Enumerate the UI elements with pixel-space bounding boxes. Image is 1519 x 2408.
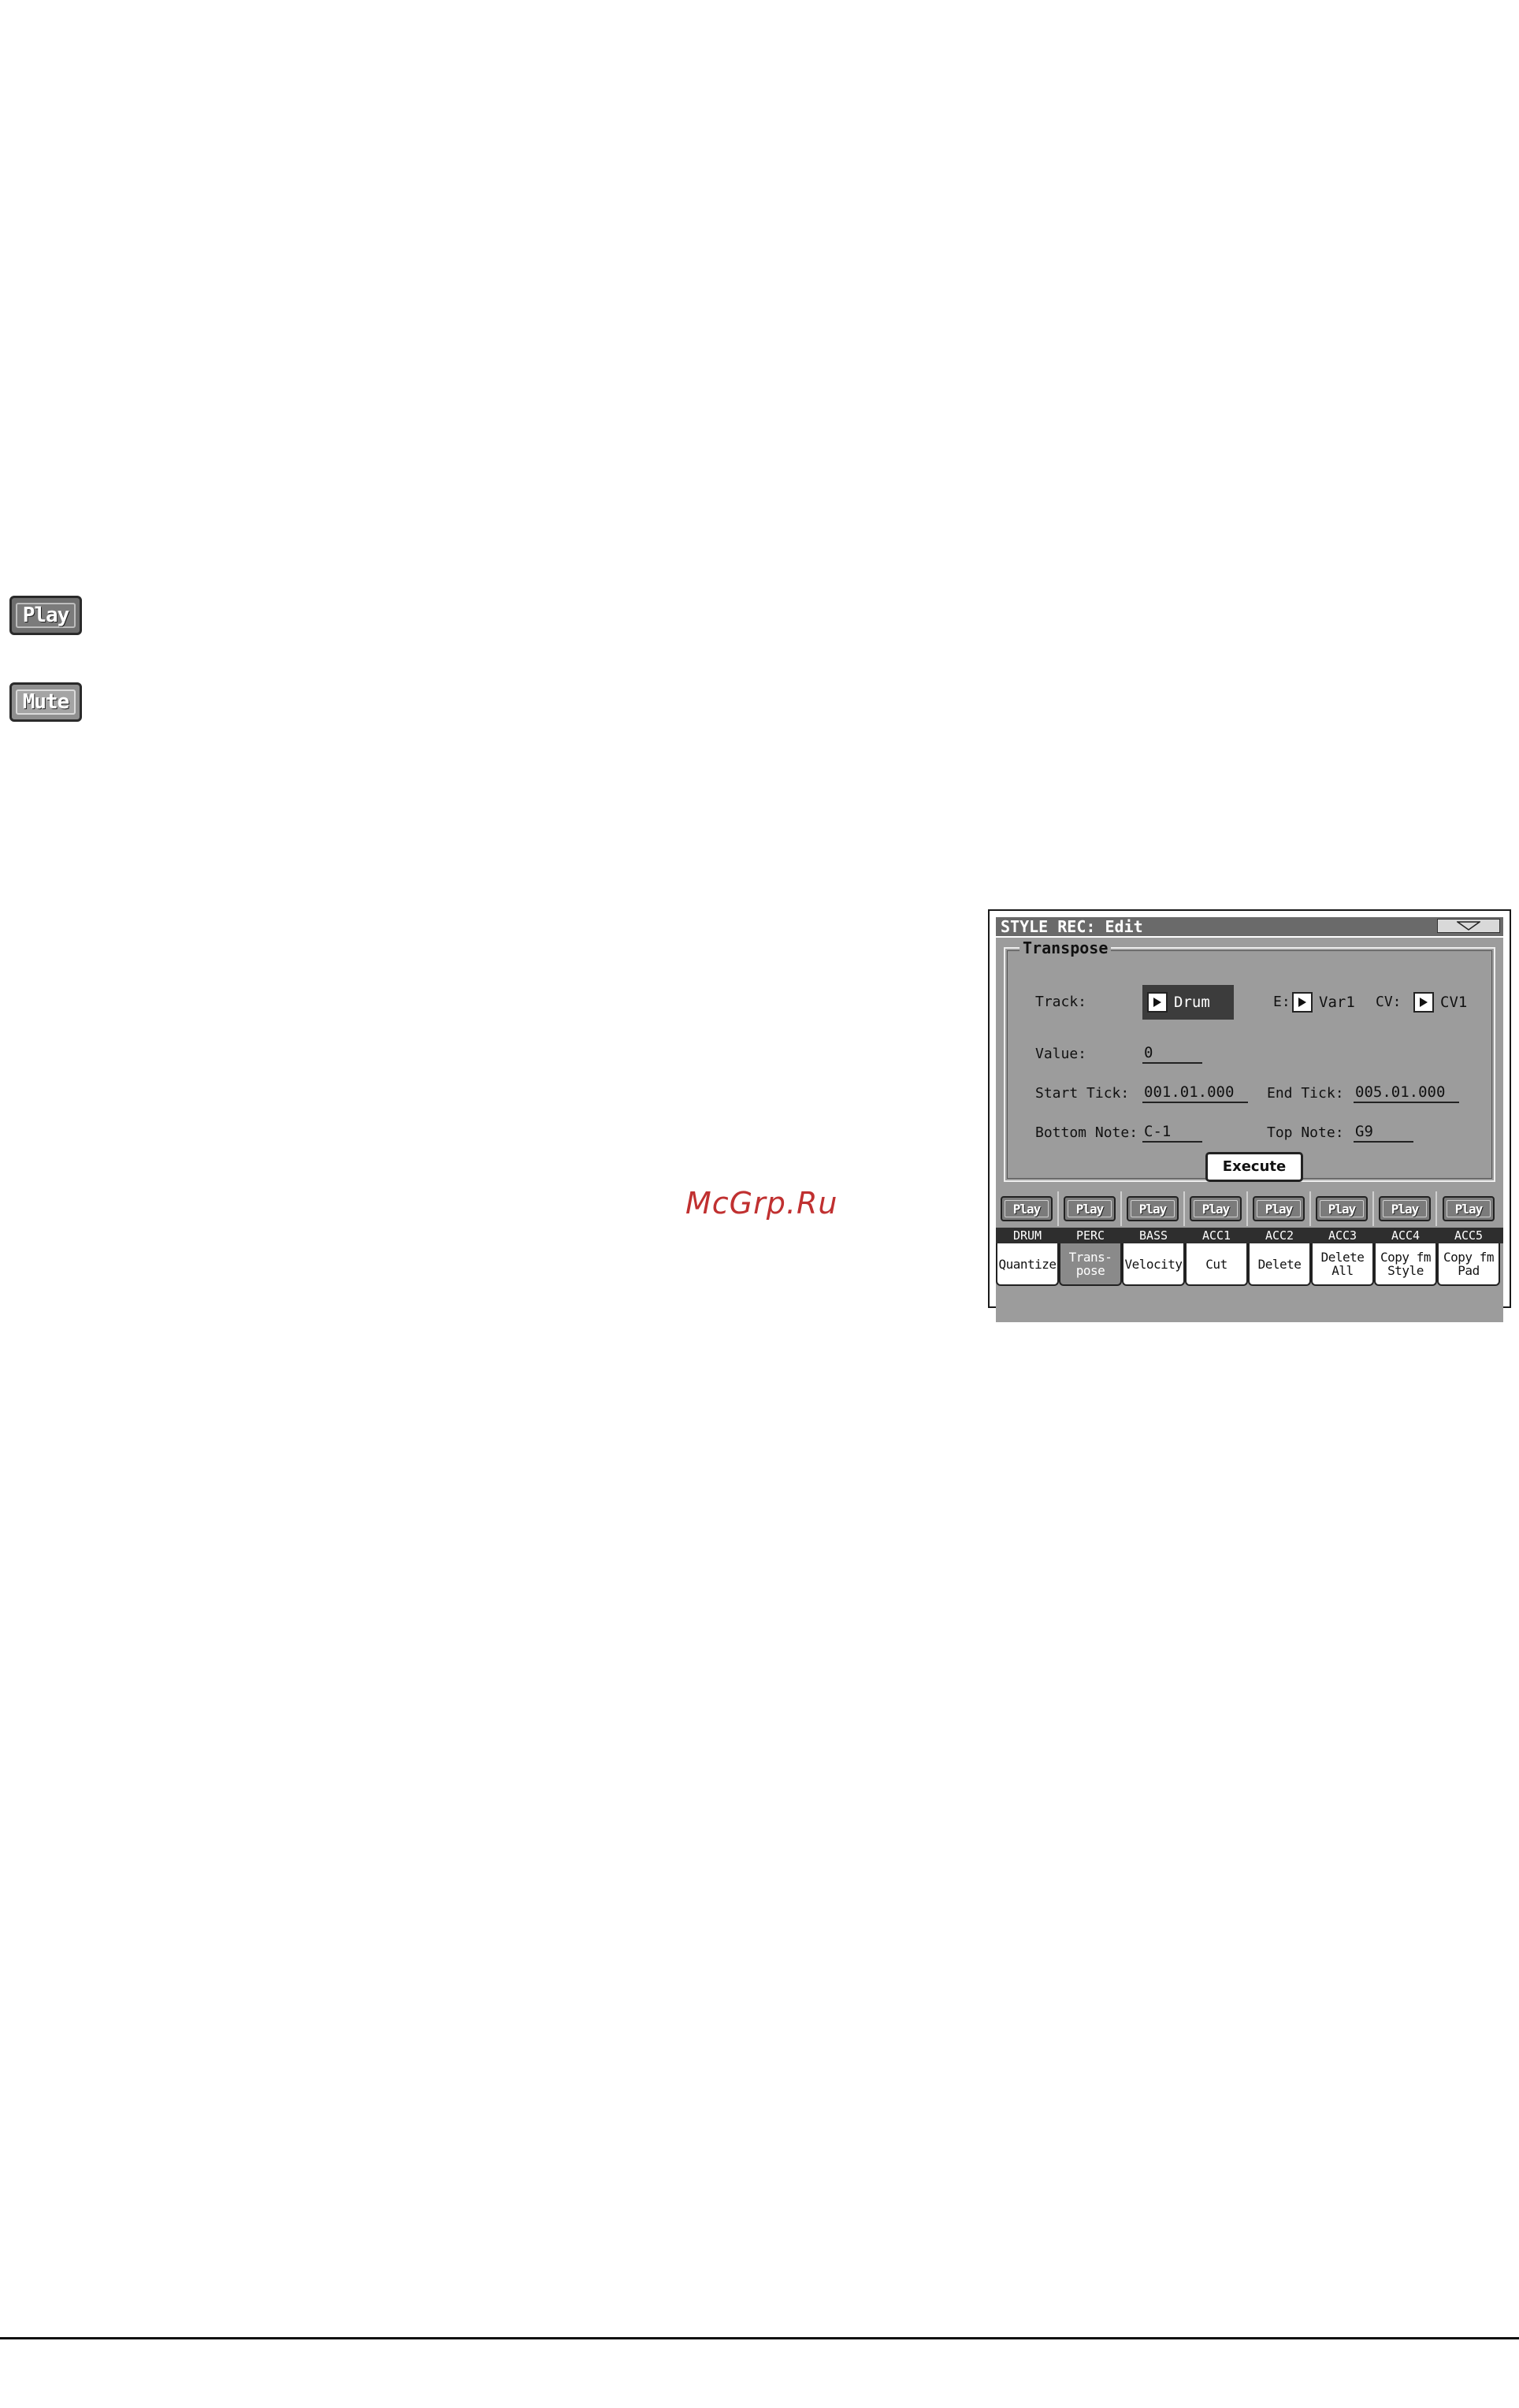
bottom-note-label: Bottom Note: <box>1035 1124 1138 1141</box>
track-play-button-bass[interactable]: Play <box>1127 1196 1179 1221</box>
track-name-acc4: ACC4 <box>1391 1228 1421 1243</box>
tab-transpose[interactable]: Trans- pose <box>1059 1243 1122 1286</box>
track-name-acc5: ACC5 <box>1454 1228 1484 1243</box>
play-button-face: Play <box>16 603 76 628</box>
track-selector[interactable]: Drum <box>1142 985 1234 1020</box>
track-name-row: DRUM PERC BASS ACC1 ACC2 ACC3 ACC4 ACC5 <box>996 1228 1503 1243</box>
track-play-button-perc[interactable]: Play <box>1064 1196 1116 1221</box>
chord-variation-label: CV: <box>1376 994 1402 1010</box>
track-play-label: Play <box>1131 1200 1175 1217</box>
track-name-acc3: ACC3 <box>1328 1228 1357 1243</box>
mute-button-face: Mute <box>16 689 76 715</box>
top-note-label: Top Note: <box>1267 1124 1344 1141</box>
track-name-drum: DRUM <box>1012 1228 1042 1243</box>
style-rec-edit-screen: STYLE REC: Edit Transpose Track: Drum E: <box>988 909 1511 1322</box>
element-popup-button[interactable] <box>1292 992 1313 1013</box>
title-bar: STYLE REC: Edit <box>996 917 1503 936</box>
track-play-label: Play <box>1068 1200 1112 1217</box>
tab-delete[interactable]: Delete <box>1248 1243 1311 1286</box>
track-play-button-acc1[interactable]: Play <box>1190 1196 1242 1221</box>
footer-rule <box>0 2337 1519 2339</box>
chord-variation-popup-button[interactable] <box>1413 992 1434 1013</box>
track-play-button-acc4[interactable]: Play <box>1379 1196 1431 1221</box>
mute-button-label: Mute <box>22 690 70 714</box>
mute-button-example[interactable]: Mute <box>9 682 82 722</box>
bottom-note-field[interactable]: C-1 <box>1142 1122 1202 1143</box>
track-play-cell: Play <box>1248 1191 1311 1226</box>
track-label: Track: <box>1035 994 1087 1010</box>
triangle-right-icon <box>1153 998 1161 1007</box>
track-play-cell: Play <box>1311 1191 1374 1226</box>
track-play-button-acc2[interactable]: Play <box>1253 1196 1305 1221</box>
track-play-label: Play <box>1447 1200 1491 1217</box>
track-play-label: Play <box>1005 1200 1049 1217</box>
track-play-button-acc5[interactable]: Play <box>1443 1196 1495 1221</box>
triangle-right-icon <box>1420 998 1428 1007</box>
tab-velocity[interactable]: Velocity <box>1122 1243 1185 1286</box>
track-play-cell: Play <box>1185 1191 1248 1226</box>
transpose-frame <box>1004 947 1495 1182</box>
value-field[interactable]: 0 <box>1142 1043 1202 1064</box>
track-play-label: Play <box>1320 1200 1364 1217</box>
tab-bar: Quantize Trans- pose Velocity Cut Delete… <box>996 1243 1503 1291</box>
page-title: STYLE REC: Edit <box>1001 917 1143 936</box>
track-popup-button[interactable] <box>1147 992 1168 1013</box>
element-value: Var1 <box>1319 994 1355 1011</box>
triangle-right-icon <box>1298 998 1306 1007</box>
tab-quantize[interactable]: Quantize <box>996 1243 1059 1286</box>
track-value: Drum <box>1174 994 1210 1011</box>
track-play-cell: Play <box>1437 1191 1500 1226</box>
section-heading: Transpose <box>1019 939 1112 957</box>
track-play-label: Play <box>1257 1200 1301 1217</box>
element-label: E: <box>1273 994 1291 1010</box>
track-play-cell: Play <box>1374 1191 1437 1226</box>
edit-panel: Transpose Track: Drum E: Var1 CV: CV1 Va… <box>996 938 1503 1322</box>
track-name-bass: BASS <box>1138 1228 1168 1243</box>
tab-delete-all[interactable]: Delete All <box>1311 1243 1374 1286</box>
track-name-acc1: ACC1 <box>1201 1228 1231 1243</box>
track-play-label: Play <box>1383 1200 1427 1217</box>
start-tick-label: Start Tick: <box>1035 1085 1130 1102</box>
play-button-example[interactable]: Play <box>9 596 82 635</box>
top-note-field[interactable]: G9 <box>1354 1122 1413 1143</box>
track-play-label: Play <box>1194 1200 1238 1217</box>
execute-button[interactable]: Execute <box>1205 1152 1303 1182</box>
track-play-button-acc3[interactable]: Play <box>1316 1196 1368 1221</box>
start-tick-field[interactable]: 001.01.000 <box>1142 1083 1248 1103</box>
end-tick-label: End Tick: <box>1267 1085 1344 1102</box>
end-tick-field[interactable]: 005.01.000 <box>1354 1083 1459 1103</box>
tab-copy-from-style[interactable]: Copy fm Style <box>1374 1243 1437 1286</box>
triangle-down-icon <box>1457 921 1480 931</box>
tab-cut[interactable]: Cut <box>1185 1243 1248 1286</box>
track-name-acc2: ACC2 <box>1265 1228 1294 1243</box>
tab-copy-from-pad[interactable]: Copy fm Pad <box>1437 1243 1500 1286</box>
track-name-perc: PERC <box>1075 1228 1105 1243</box>
track-play-cell: Play <box>996 1191 1059 1226</box>
track-play-cell: Play <box>1059 1191 1122 1226</box>
value-label: Value: <box>1035 1046 1087 1062</box>
play-button-label: Play <box>22 604 70 627</box>
track-play-cell: Play <box>1122 1191 1185 1226</box>
page-menu-button[interactable] <box>1437 919 1500 933</box>
chord-variation-value: CV1 <box>1440 994 1468 1011</box>
watermark: McGrp.Ru <box>685 1186 838 1221</box>
track-play-button-drum[interactable]: Play <box>1001 1196 1053 1221</box>
track-play-row: Play Play Play Play Play Play Play Play <box>996 1191 1503 1226</box>
